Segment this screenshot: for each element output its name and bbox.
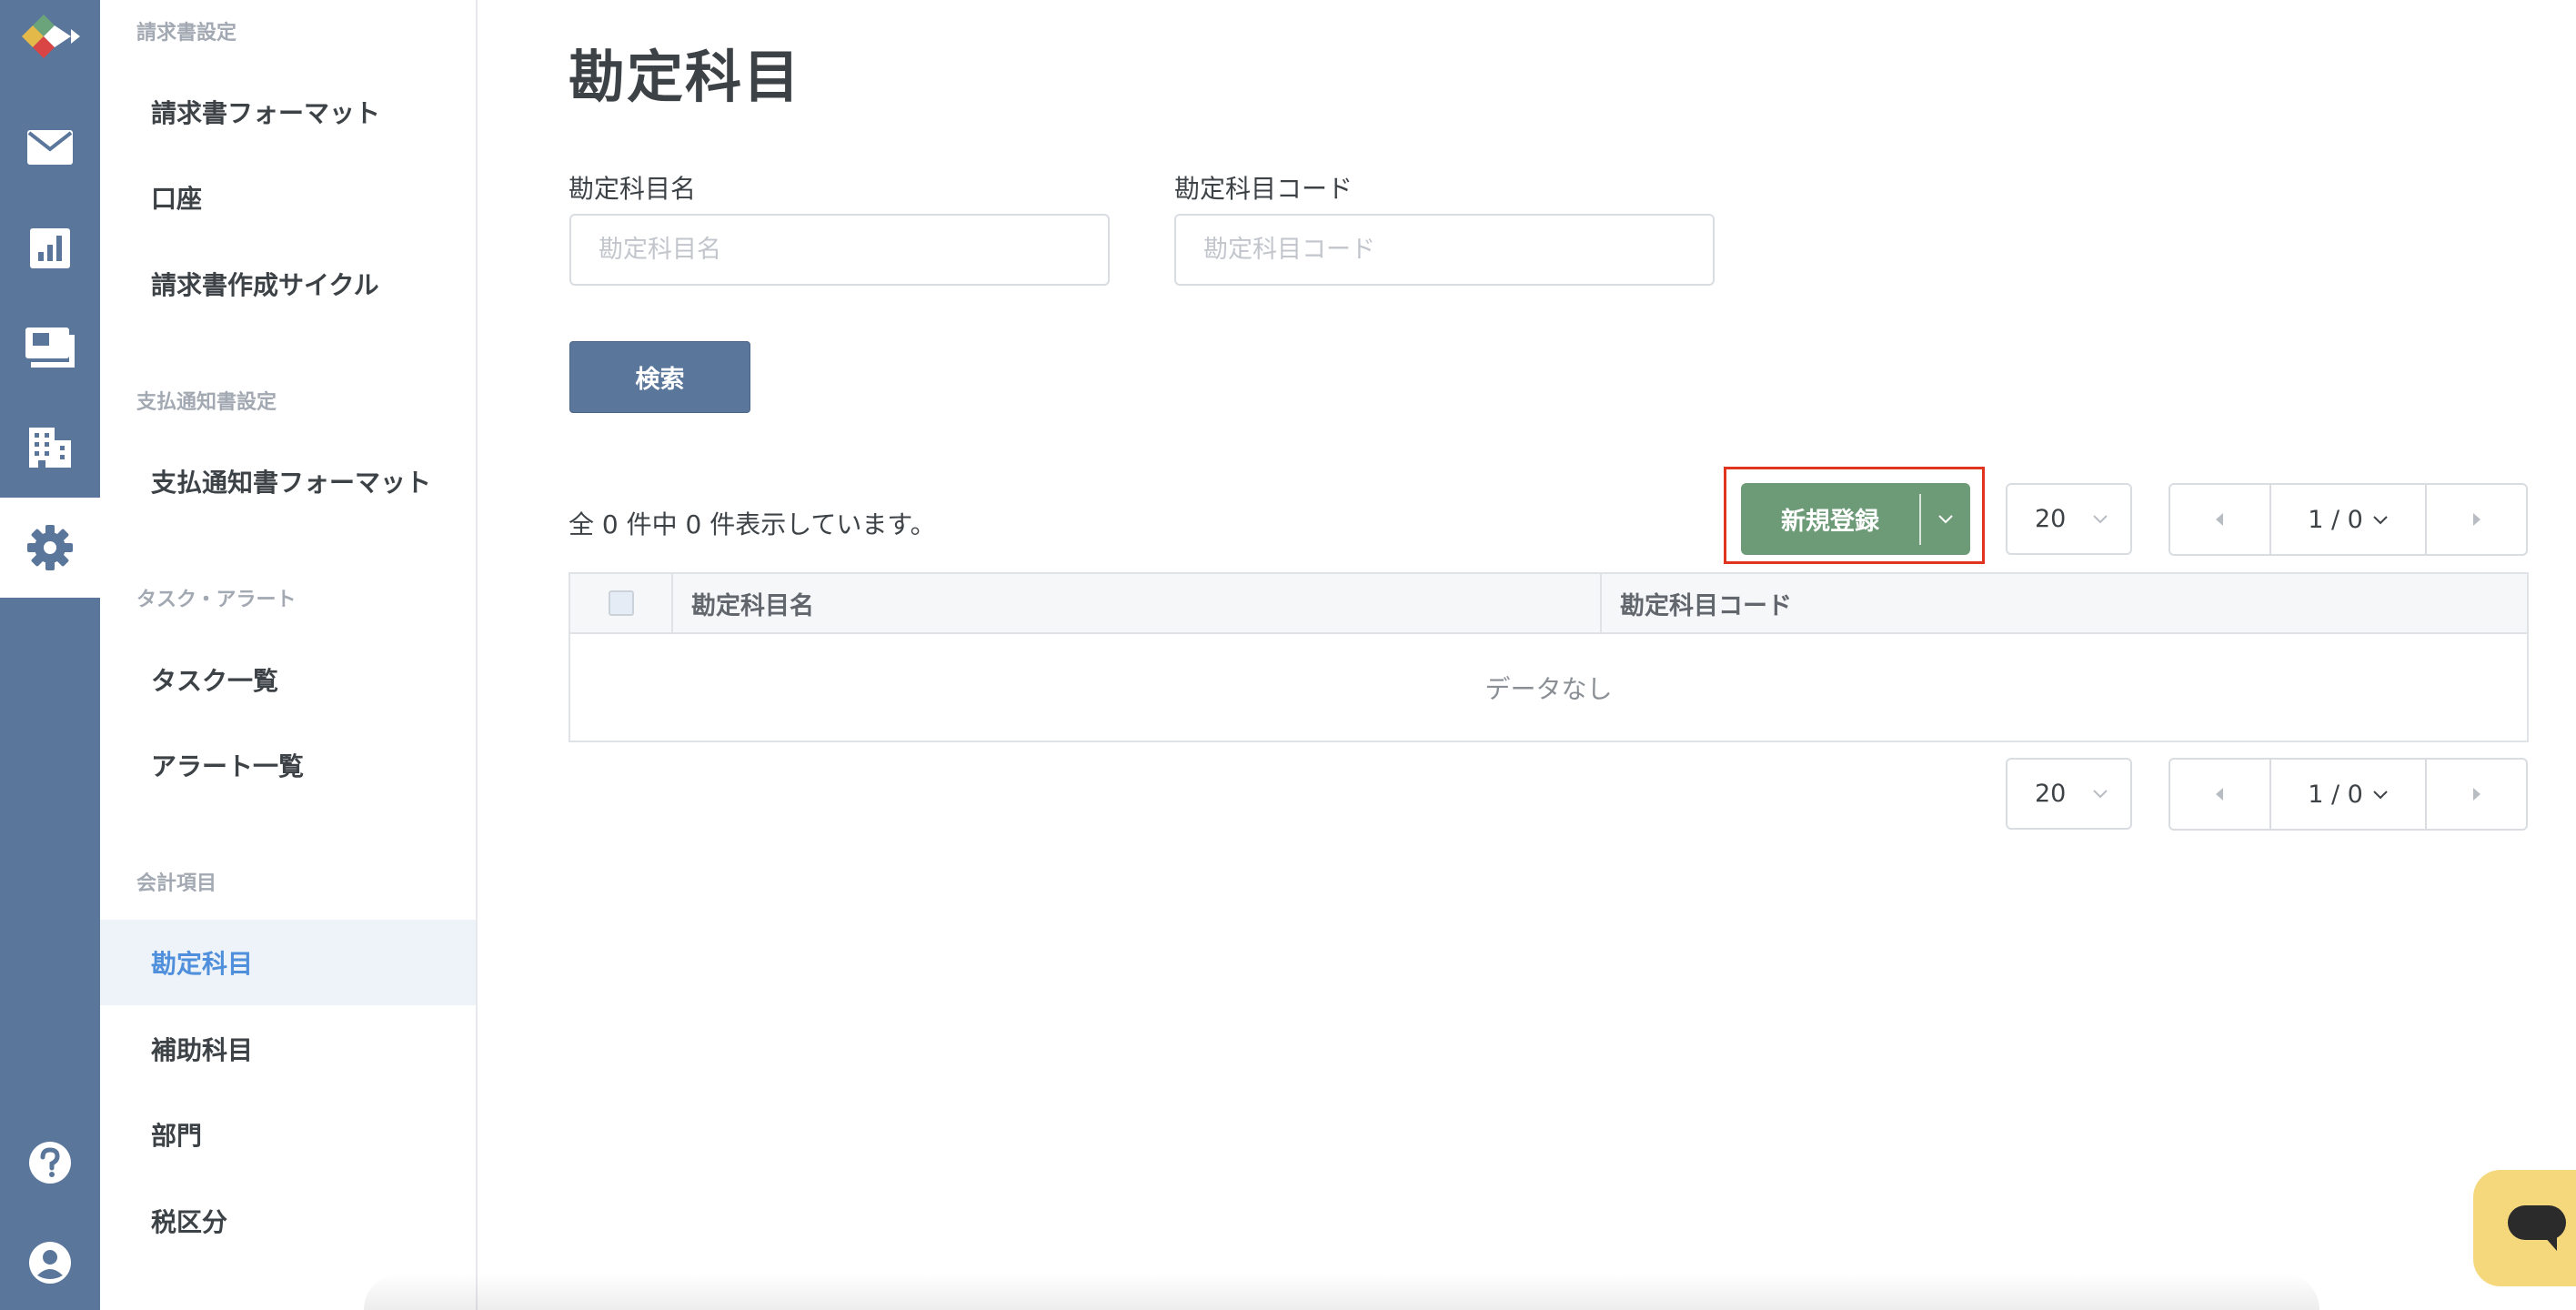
new-registration-button[interactable]: 新規登録: [1741, 483, 1970, 555]
account-code-input[interactable]: [1174, 214, 1715, 286]
pagination-bottom: 1 / 0: [2168, 758, 2528, 831]
sidebar-item-invoice-format[interactable]: 請求書フォーマット: [100, 69, 476, 155]
prev-page-button[interactable]: [2170, 760, 2269, 829]
table-header: 勘定科目名 勘定科目コード: [570, 574, 2527, 634]
payment-icon[interactable]: [0, 297, 100, 398]
page-select[interactable]: 1 / 0: [2269, 485, 2428, 554]
next-page-button[interactable]: [2427, 760, 2526, 829]
sidebar-section-title: 支払通知書設定: [136, 391, 277, 414]
per-page-select[interactable]: 20: [2006, 483, 2132, 555]
gear-icon[interactable]: [0, 498, 100, 598]
sidebar-section-title: 会計項目: [136, 872, 217, 895]
caret-left-icon: [2216, 788, 2224, 801]
sidebar-item-invoice-cycle[interactable]: 請求書作成サイクル: [100, 241, 476, 327]
per-page-value: 20: [2035, 780, 2067, 808]
icon-rail: [0, 0, 100, 1310]
column-header-code[interactable]: 勘定科目コード: [1602, 574, 2527, 632]
select-all-cell: [570, 574, 673, 632]
chevron-down-icon: [2093, 790, 2108, 799]
page-indicator: 1 / 0: [2308, 780, 2363, 809]
sidebar-item-payment-notice-format[interactable]: 支払通知書フォーマット: [100, 438, 476, 524]
per-page-value: 20: [2035, 505, 2067, 533]
chart-icon[interactable]: [0, 198, 100, 298]
help-icon[interactable]: [0, 1113, 100, 1213]
page-indicator: 1 / 0: [2308, 505, 2363, 534]
chat-widget-button[interactable]: [2473, 1170, 2576, 1286]
page-select[interactable]: 1 / 0: [2269, 760, 2428, 829]
column-header-name[interactable]: 勘定科目名: [673, 574, 1602, 632]
next-page-button[interactable]: [2427, 485, 2526, 554]
chevron-down-icon: [2373, 790, 2388, 799]
sidebar-section-title: 請求書設定: [136, 22, 237, 45]
settings-sidebar: 請求書設定 請求書フォーマット 口座 請求書作成サイクル 支払通知書設定 支払通…: [100, 0, 478, 1310]
per-page-select-bottom[interactable]: 20: [2006, 758, 2132, 830]
caret-right-icon: [2472, 513, 2480, 526]
sidebar-item-tax-categories[interactable]: 税区分: [100, 1178, 476, 1264]
caret-right-icon: [2472, 788, 2480, 801]
logo-icon[interactable]: [16, 9, 84, 69]
search-button[interactable]: 検索: [569, 341, 750, 413]
chat-bubble-icon: [2508, 1205, 2566, 1251]
result-summary: 全 0 件中 0 件表示しています。: [569, 509, 936, 539]
sidebar-item-bank-account[interactable]: 口座: [100, 155, 476, 240]
accounts-table: 勘定科目名 勘定科目コード データなし: [569, 572, 2529, 742]
chevron-down-icon[interactable]: [1921, 514, 1970, 524]
account-code-label: 勘定科目コード: [1174, 174, 1353, 204]
mail-icon[interactable]: [0, 97, 100, 197]
building-icon[interactable]: [0, 398, 100, 498]
account-name-input[interactable]: [569, 214, 1110, 286]
sidebar-item-account-titles[interactable]: 勘定科目: [100, 920, 476, 1005]
account-icon[interactable]: [0, 1213, 100, 1310]
sidebar-section-title: タスク・アラート: [136, 589, 297, 611]
sidebar-item-departments[interactable]: 部門: [100, 1092, 476, 1177]
new-registration-label: 新規登録: [1781, 508, 1879, 536]
pagination: 1 / 0: [2168, 483, 2528, 556]
sidebar-item-alert-list[interactable]: アラート一覧: [100, 722, 476, 808]
prev-page-button[interactable]: [2170, 485, 2269, 554]
sidebar-item-task-list[interactable]: タスク一覧: [100, 637, 476, 722]
page-title: 勘定科目: [569, 44, 802, 110]
chevron-down-icon: [2373, 515, 2388, 524]
account-name-label: 勘定科目名: [569, 174, 697, 204]
bottom-shadow: [364, 1274, 2319, 1310]
chevron-down-icon: [2093, 515, 2108, 524]
empty-state: データなし: [1484, 673, 1613, 704]
select-all-checkbox[interactable]: [608, 590, 634, 616]
caret-left-icon: [2216, 513, 2224, 526]
sidebar-item-sub-accounts[interactable]: 補助科目: [100, 1006, 476, 1092]
